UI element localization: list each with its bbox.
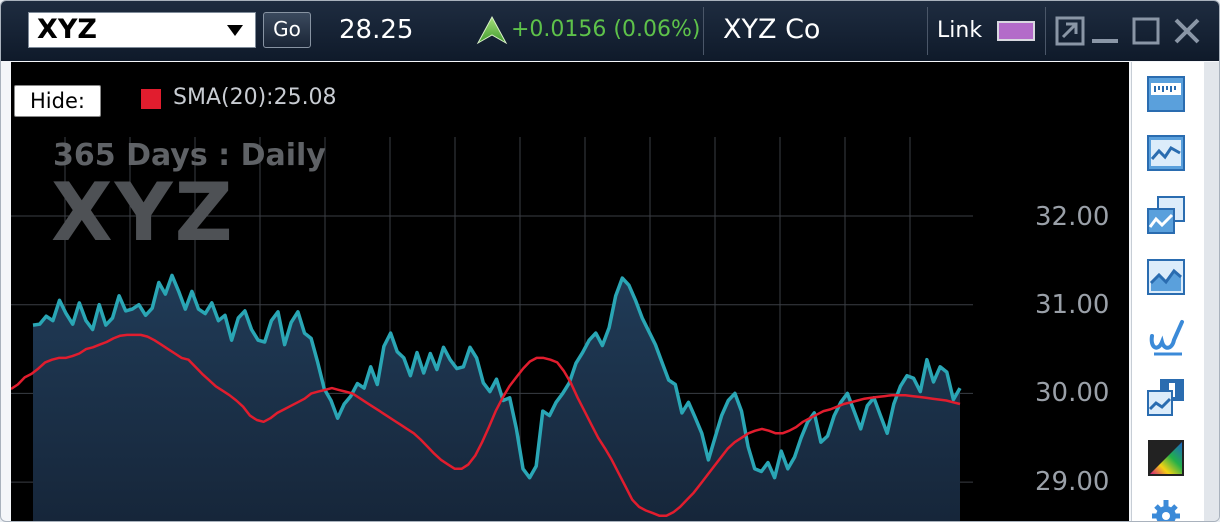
minimize-icon[interactable]	[1090, 15, 1122, 47]
divider	[1045, 7, 1046, 55]
toolbar: XYZ Go 28.25 +0.0156 (0.06%) XYZ Co Link	[1, 1, 1219, 61]
y-tick-label: 30.00	[1035, 378, 1110, 408]
y-tick-label: 32.00	[1035, 202, 1110, 232]
chart-tools	[1131, 62, 1204, 521]
gear-icon[interactable]	[1146, 494, 1186, 522]
link-label: Link	[937, 18, 983, 43]
price-change: +0.0156 (0.06%)	[511, 17, 701, 42]
price-area-fill	[33, 275, 960, 521]
chart-window: XYZ Go 28.25 +0.0156 (0.06%) XYZ Co Link	[0, 0, 1220, 522]
symbol-watermark: XYZ	[51, 166, 235, 259]
maximize-icon[interactable]	[1130, 15, 1162, 47]
ruler-icon[interactable]	[1146, 74, 1186, 114]
draw-icon[interactable]	[1146, 318, 1186, 358]
chart-area[interactable]: 365 Days : Daily XYZ 32.00 31.00 30.00 2…	[11, 62, 1129, 521]
y-tick-label: 31.00	[1035, 290, 1110, 320]
indicator-icon[interactable]	[1146, 377, 1186, 417]
ticker-value: XYZ	[37, 14, 97, 45]
chevron-down-icon[interactable]	[227, 25, 243, 36]
hide-legend-button[interactable]: Hide:	[14, 85, 101, 117]
link-color-swatch[interactable]	[997, 21, 1035, 41]
popout-icon[interactable]	[1054, 15, 1086, 47]
area-chart-icon[interactable]	[1146, 257, 1186, 297]
color-palette-icon[interactable]	[1146, 438, 1186, 478]
compare-chart-icon[interactable]	[1146, 195, 1186, 235]
go-button[interactable]: Go	[263, 12, 311, 48]
price-chart[interactable]	[11, 62, 1129, 521]
ticker-select[interactable]: XYZ	[28, 12, 256, 48]
sma-legend-label[interactable]: SMA(20):25.08	[173, 85, 337, 110]
close-icon[interactable]	[1171, 15, 1203, 47]
divider	[703, 7, 704, 55]
company-name: XYZ Co	[723, 14, 821, 45]
y-tick-label: 29.00	[1035, 467, 1110, 497]
divider	[927, 7, 928, 55]
last-price: 28.25	[339, 15, 414, 45]
scrollbar[interactable]	[1204, 62, 1219, 521]
line-chart-icon[interactable]	[1146, 133, 1186, 173]
up-arrow-icon	[476, 15, 508, 45]
sma-color-swatch	[141, 89, 161, 109]
